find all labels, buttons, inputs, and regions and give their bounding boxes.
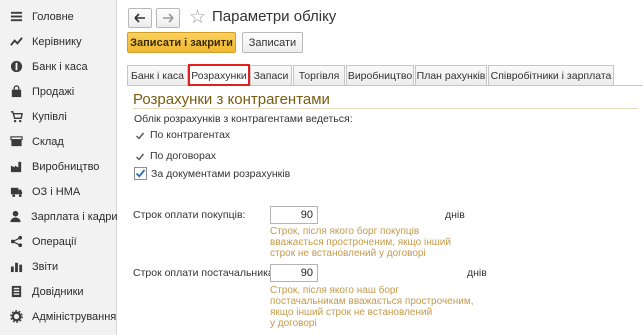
sidebar-item-label: Зарплата і кадри: [31, 210, 118, 223]
sidebar-item-label: Склад: [32, 135, 64, 148]
sidebar-item-label: Продажі: [32, 85, 75, 98]
nodes-icon: [9, 235, 23, 249]
arrow-left-icon: [134, 13, 145, 23]
save-button[interactable]: Записати: [242, 32, 303, 53]
option-by-contractors: По контрагентах: [150, 129, 231, 141]
sidebar-item-purchases[interactable]: Купівлі: [0, 104, 117, 129]
tab-employees-and-payroll[interactable]: Співробітники і зарплата: [488, 65, 614, 85]
sidebar-item-label: Купівлі: [32, 110, 67, 123]
sidebar-item-management[interactable]: Керівнику: [0, 29, 117, 54]
sidebar-item-label: Виробництво: [32, 160, 100, 173]
suppliers-term-hint: Строк, після якого наш борг постачальник…: [270, 285, 474, 329]
sidebar-item-bank[interactable]: Банк і каса: [0, 54, 117, 79]
buyers-term-hint: Строк, після якого борг покупців вважаєт…: [270, 226, 451, 259]
hint-line: вважається простроченим, якщо інший: [270, 237, 451, 248]
checkbox-check-icon: [135, 169, 146, 178]
sidebar-item-directories[interactable]: Довідники: [0, 279, 117, 304]
save-and-close-button[interactable]: Записати і закрити: [127, 32, 236, 53]
cart-icon: [9, 110, 23, 124]
sidebar-item-label: ОЗ і НМА: [32, 185, 81, 198]
hint-line: строк не встановлений у договорі: [270, 248, 426, 259]
arrow-right-icon: [163, 13, 174, 23]
tab-chart-of-accounts[interactable]: План рахунків: [415, 65, 487, 85]
section-title: Розрахунки з контрагентами: [133, 91, 330, 108]
tab-divider: [127, 85, 643, 86]
section-divider: [133, 108, 638, 109]
favorite-star-icon[interactable]: ☆: [189, 7, 206, 27]
gear-icon: [9, 310, 23, 324]
tab-trade[interactable]: Торгівля: [293, 65, 345, 85]
tab-production[interactable]: Виробництво: [346, 65, 414, 85]
bag-icon: [9, 85, 23, 99]
back-button[interactable]: [128, 8, 152, 28]
checkmark-icon: [135, 131, 145, 141]
sidebar-item-main[interactable]: Головне: [0, 4, 117, 29]
sidebar-item-label: Звіти: [32, 260, 59, 273]
sidebar-item-production[interactable]: Виробництво: [0, 154, 117, 179]
sidebar: Головне Керівнику Банк і каса Продажі Ку…: [0, 0, 118, 335]
sidebar-item-label: Головне: [32, 10, 74, 23]
factory-icon: [9, 160, 23, 174]
tab-inventory[interactable]: Запаси: [250, 65, 292, 85]
main-panel: ☆ Параметри обліку Записати і закрити За…: [118, 0, 643, 335]
tab-settlements[interactable]: Розрахунки: [188, 64, 250, 86]
trend-icon: [9, 35, 23, 49]
settlement-documents-checkbox[interactable]: [134, 167, 147, 180]
checkmark-icon: [135, 152, 145, 162]
page-title: Параметри обліку: [212, 8, 337, 25]
sidebar-item-operations[interactable]: Операції: [0, 229, 117, 254]
sidebar-item-payroll[interactable]: Зарплата і кадри: [0, 204, 118, 229]
barchart-icon: [9, 260, 23, 274]
suppliers-term-unit: днів: [467, 267, 487, 279]
sidebar-item-label: Адміністрування: [32, 310, 117, 323]
sidebar-item-warehouse[interactable]: Склад: [0, 129, 117, 154]
option-by-contracts: По договорах: [150, 150, 216, 162]
buyers-term-label: Строк оплати покупців:: [133, 209, 246, 221]
coin-icon: [9, 60, 23, 74]
buyers-term-input[interactable]: 90: [270, 206, 318, 224]
hint-line: якщо інший строк не встановлений: [270, 307, 433, 318]
sidebar-item-label: Керівнику: [32, 35, 82, 48]
tab-bar: Банк і каса Розрахунки Запаси Торгівля В…: [127, 64, 643, 86]
sidebar-item-fixed-assets[interactable]: ОЗ і НМА: [0, 179, 117, 204]
person-icon: [9, 210, 22, 224]
sidebar-item-sales[interactable]: Продажі: [0, 79, 117, 104]
hint-line: Строк, після якого наш борг: [270, 285, 400, 296]
book-icon: [9, 285, 23, 299]
truck-icon: [9, 185, 23, 199]
box-icon: [9, 135, 23, 149]
buyers-term-unit: днів: [445, 209, 465, 221]
sidebar-item-label: Банк і каса: [32, 60, 88, 73]
sidebar-item-label: Довідники: [32, 285, 84, 298]
option-by-settlement-documents[interactable]: За документами розрахунків: [151, 168, 290, 180]
suppliers-term-input[interactable]: 90: [270, 264, 318, 282]
sidebar-item-label: Операції: [32, 235, 77, 248]
settlements-intro: Облік розрахунків з контрагентами ведеть…: [134, 113, 353, 125]
suppliers-term-label: Строк оплати постачальникам:: [133, 267, 284, 279]
hint-line: постачальникам вважається простроченим,: [270, 296, 474, 307]
forward-button[interactable]: [156, 8, 180, 28]
menu-icon: [9, 10, 23, 24]
hint-line: Строк, після якого борг покупців: [270, 226, 420, 237]
hint-line: у договорі: [270, 318, 317, 329]
sidebar-item-administration[interactable]: Адміністрування: [0, 304, 117, 329]
tab-bank-and-cash[interactable]: Банк і каса: [127, 65, 188, 85]
sidebar-item-reports[interactable]: Звіти: [0, 254, 117, 279]
